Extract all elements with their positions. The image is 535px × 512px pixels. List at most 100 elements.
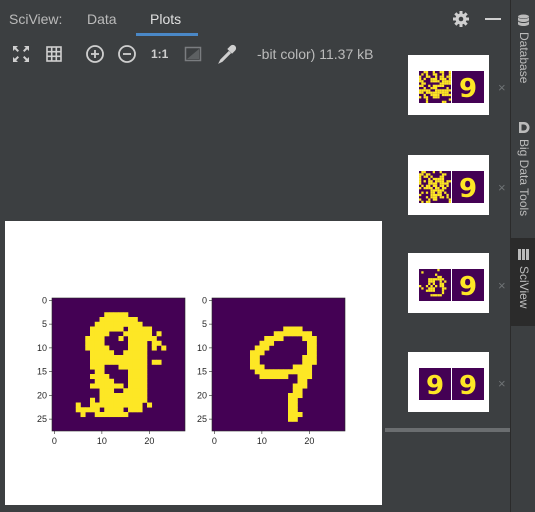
pixel-cell — [94, 402, 100, 408]
tab-data[interactable]: Data — [87, 11, 117, 27]
pixel-cell — [423, 82, 426, 85]
thumbnail-close-icon[interactable]: × — [498, 376, 506, 391]
pixel-cell — [118, 402, 124, 408]
pixel-cell — [428, 200, 431, 203]
pixel-cell — [425, 91, 429, 94]
pixel-cell — [432, 182, 435, 185]
pixel-cell — [94, 359, 100, 365]
sidebar-tab-big-data-tools[interactable]: Big Data Tools — [511, 115, 535, 230]
pixel-cell — [118, 326, 124, 332]
horizontal-scrollbar[interactable] — [385, 428, 510, 432]
pixel-cell — [104, 378, 110, 384]
pixel-cell — [425, 175, 429, 178]
pixel-cell — [439, 180, 442, 183]
pixel-cell — [432, 280, 435, 283]
pixel-cell — [428, 75, 431, 78]
pixel-cell — [432, 77, 435, 81]
pixel-cell — [444, 191, 447, 194]
thumbnail-close-icon[interactable]: × — [498, 180, 506, 195]
pixel-cell — [448, 200, 451, 203]
pixel-cell — [302, 364, 308, 370]
pixel-cell — [90, 340, 96, 346]
pixel-cell — [437, 96, 440, 99]
pixel-cell — [90, 402, 96, 408]
thumbnail-close-icon[interactable]: × — [498, 278, 506, 293]
pixel-cell — [104, 317, 110, 323]
sidebar-tab-sciview[interactable]: SciView — [511, 238, 535, 326]
settings-gear-icon[interactable] — [452, 10, 470, 28]
tab-plots[interactable]: Plots — [150, 11, 181, 27]
pixel-cell — [132, 397, 138, 403]
pixel-cell — [137, 350, 143, 356]
pixel-cell — [435, 80, 438, 83]
pixel-cell — [292, 383, 298, 389]
pixel-cell — [94, 355, 100, 361]
zoom-in-icon[interactable] — [85, 44, 105, 64]
pixel-cell — [137, 364, 143, 370]
pixel-cell — [269, 374, 275, 380]
pixel-cell — [99, 374, 105, 380]
pixel-cell — [142, 350, 148, 356]
pixel-cell — [421, 82, 424, 85]
pixel-cell — [104, 412, 110, 418]
plot-thumbnail-3[interactable]: 9 — [408, 253, 489, 313]
pixel-cell — [432, 191, 435, 194]
pixel-cell — [439, 89, 442, 92]
background-icon[interactable] — [183, 44, 203, 64]
plot-thumbnail-2[interactable]: 9 — [408, 155, 489, 215]
right-tool-sidebar: Database Big Data Tools SciView — [510, 0, 535, 512]
pixel-cell — [435, 193, 438, 197]
pixel-cell — [432, 71, 435, 74]
grid-icon[interactable] — [44, 44, 64, 64]
minimize-button[interactable] — [485, 10, 503, 28]
pixel-cell — [109, 407, 115, 413]
pixel-cell — [132, 364, 138, 370]
pixel-cell — [430, 294, 433, 297]
plot-thumbnail-1[interactable]: 9 — [408, 55, 489, 115]
pixel-cell — [430, 87, 433, 90]
pixel-cell — [137, 397, 143, 403]
pixel-cell — [109, 393, 115, 399]
pixel-cell — [109, 317, 115, 323]
pixel-cell — [423, 96, 426, 99]
pixel-cell — [444, 89, 447, 92]
pixel-cell — [264, 374, 270, 380]
pixel-cell — [435, 285, 438, 288]
pixel-cell — [113, 312, 119, 318]
pixel-cell — [421, 91, 424, 94]
pixel-cell — [441, 80, 445, 83]
pixel-cell — [428, 187, 431, 190]
pixel-cell — [288, 412, 294, 418]
pixel-cell — [104, 331, 110, 337]
pixel-cell — [250, 355, 256, 361]
plot-thumbnail-4[interactable]: 99 — [408, 352, 489, 412]
pixel-cell — [273, 331, 279, 337]
pixel-cell — [128, 364, 134, 370]
pixel-cell — [419, 75, 422, 78]
pixel-cell — [441, 84, 445, 87]
pixel-cell — [259, 364, 265, 370]
pixel-cell — [437, 89, 440, 92]
pixel-cell — [432, 93, 435, 97]
thumbnail-close-icon[interactable]: × — [498, 80, 506, 95]
zoom-out-icon[interactable] — [117, 44, 137, 64]
pixel-cell — [94, 412, 100, 418]
pixel-cell — [428, 184, 431, 187]
pixel-cell — [421, 171, 424, 174]
pixel-cell — [423, 93, 426, 97]
color-picker-icon[interactable] — [217, 44, 237, 64]
pixel-cell — [432, 87, 435, 90]
pixel-cell — [292, 397, 298, 403]
pixel-cell — [430, 91, 433, 94]
actual-size-button[interactable]: 1:1 — [151, 47, 168, 67]
thumb-digit-right: 9 — [459, 371, 477, 401]
pixel-cell — [439, 196, 442, 199]
pixel-cell — [118, 393, 124, 399]
pixel-cell — [109, 388, 115, 394]
pixel-cell — [104, 383, 110, 389]
sidebar-tab-database[interactable]: Database — [511, 8, 535, 98]
fit-screen-icon[interactable] — [11, 44, 31, 64]
pixel-cell — [428, 173, 431, 176]
pixel-cell — [128, 374, 134, 380]
pixel-cell — [430, 93, 433, 97]
